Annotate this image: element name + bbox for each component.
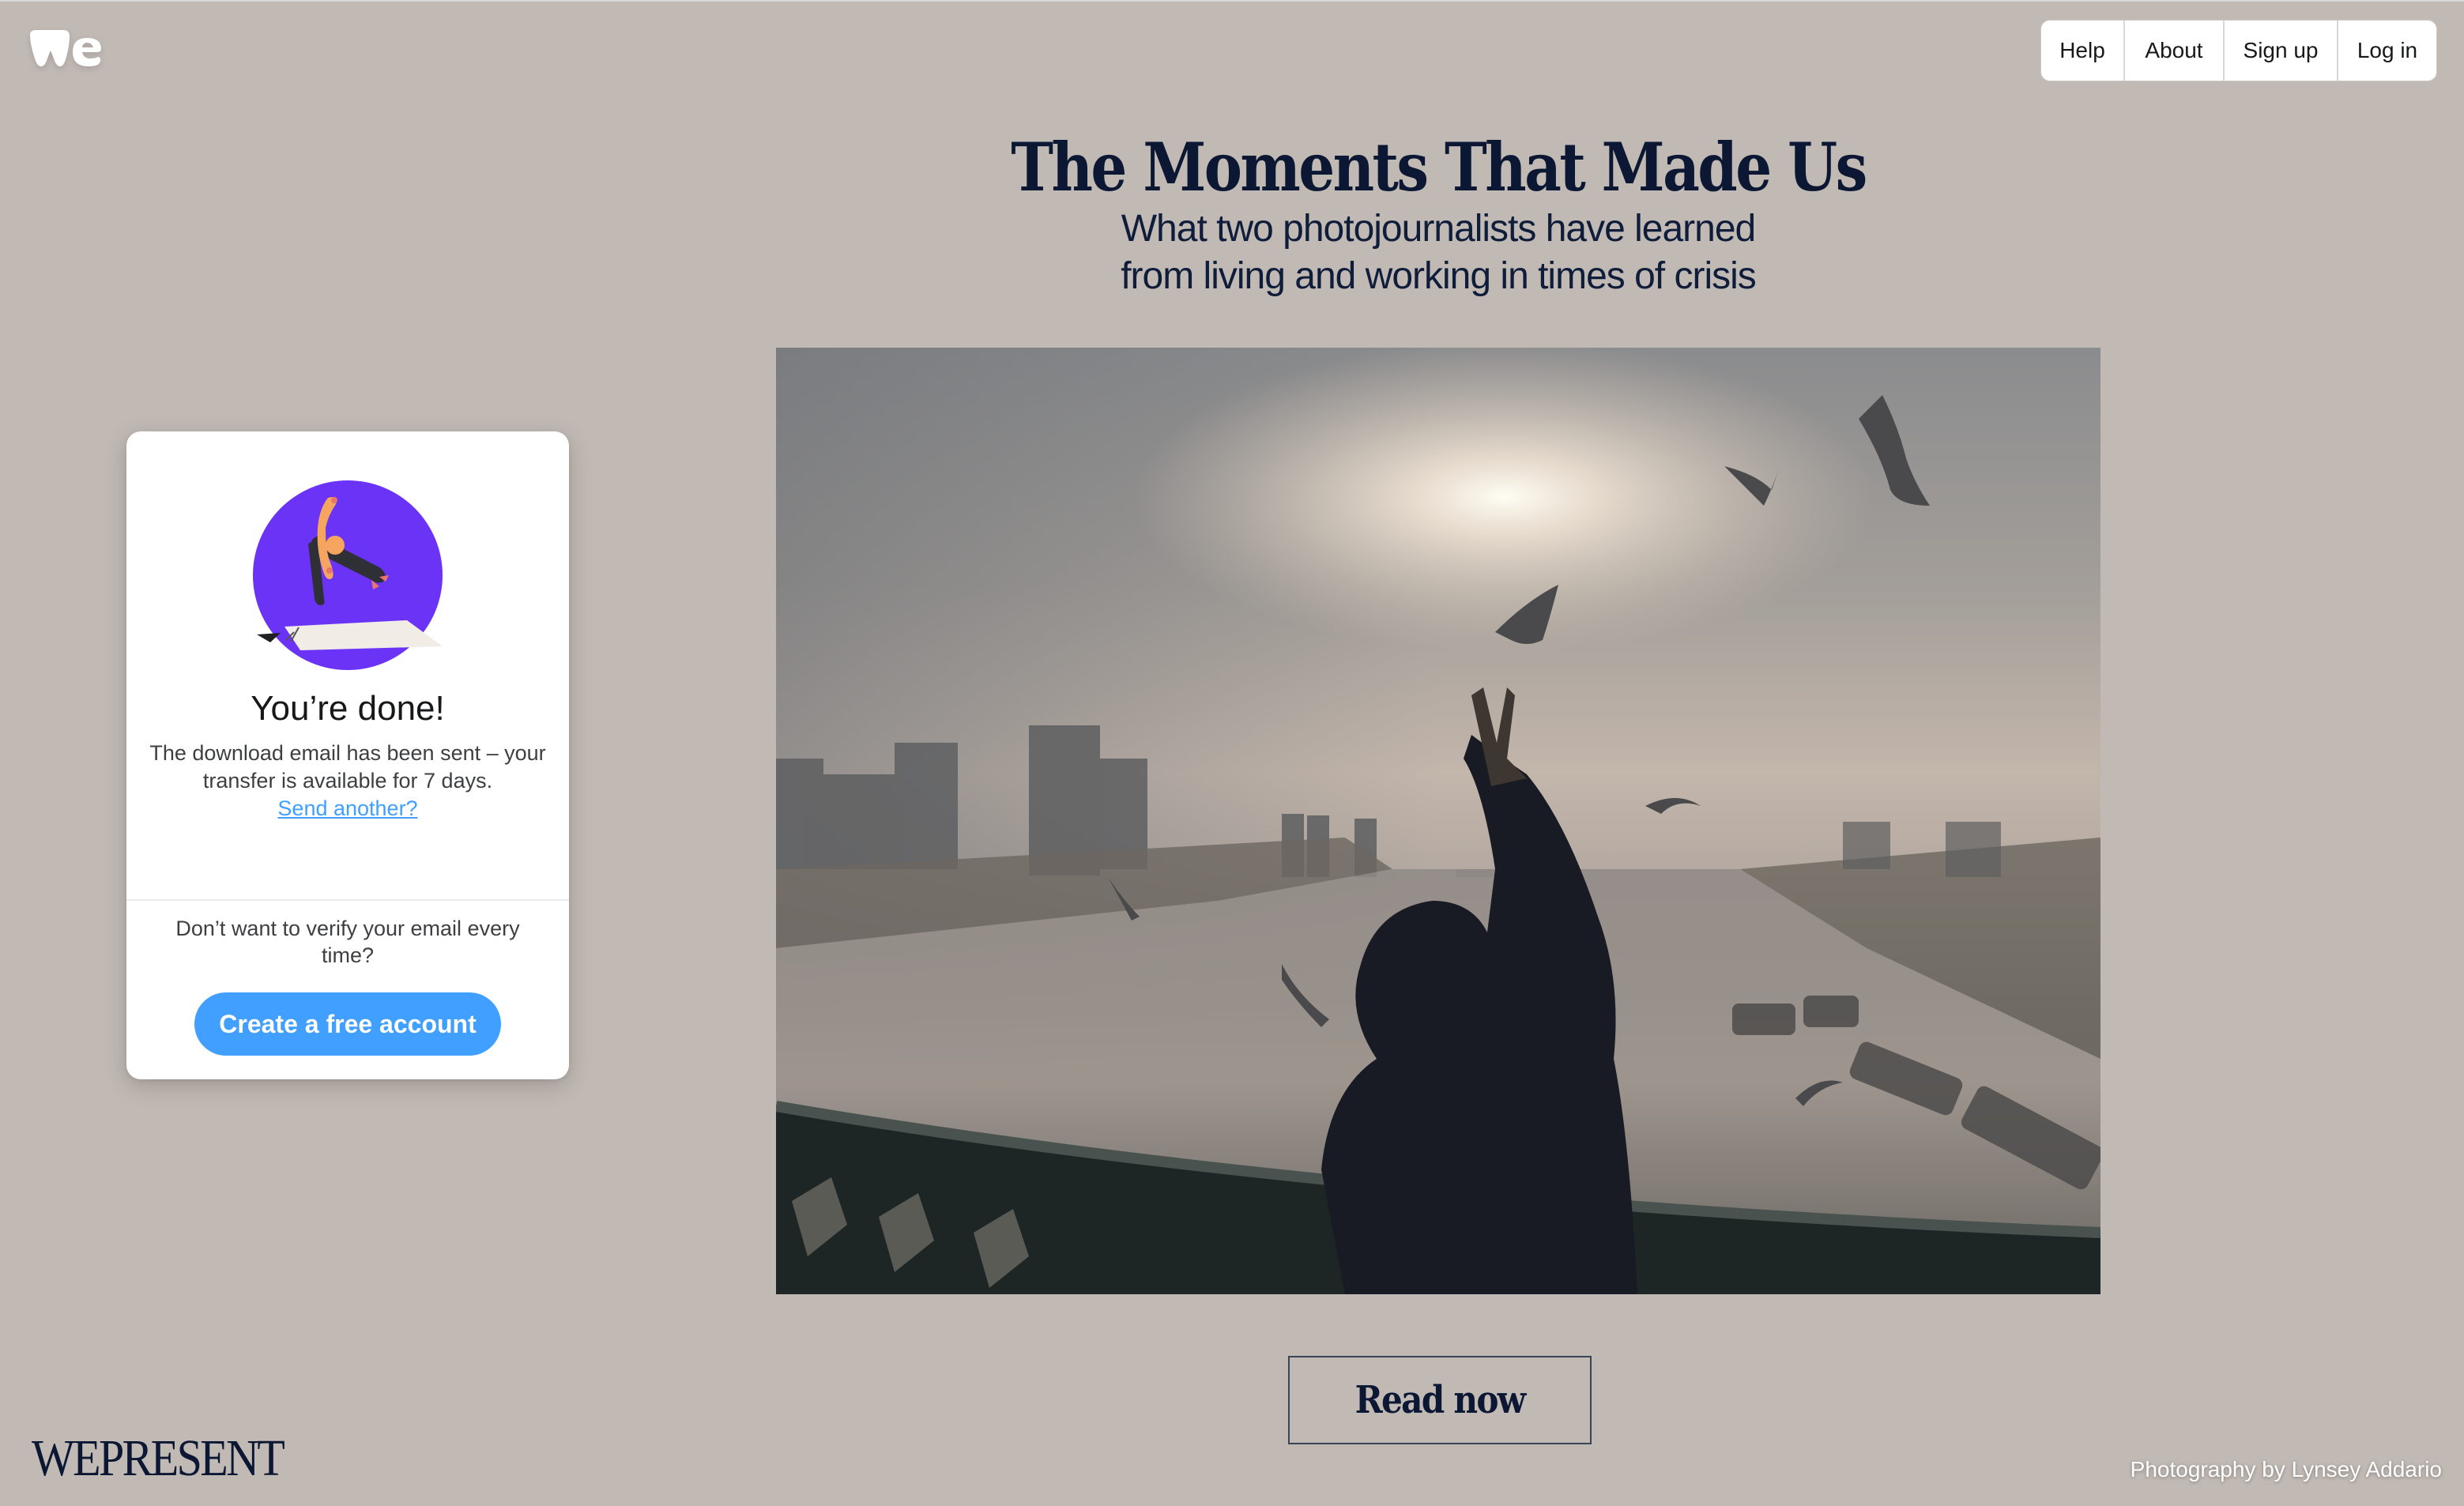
transfer-complete-card: You’re done! The download email has been… bbox=[126, 431, 569, 1079]
nav-about-link[interactable]: About bbox=[2125, 21, 2225, 81]
send-another-link[interactable]: Send another? bbox=[126, 795, 569, 823]
feature-subhead-line-1: What two photojournalists have learned bbox=[1121, 208, 1757, 250]
create-free-account-button[interactable]: Create a free account bbox=[194, 992, 501, 1056]
feature-subhead-line-2: from living and working in times of cris… bbox=[1121, 255, 1757, 297]
card-divider bbox=[126, 899, 569, 901]
feature-headline: The Moments That Made Us bbox=[1011, 128, 1867, 206]
feature-photo[interactable] bbox=[776, 348, 2100, 1294]
wepresent-logo[interactable]: WEPRESENT bbox=[32, 1429, 285, 1489]
read-now-button[interactable]: Read now bbox=[1288, 1356, 1592, 1444]
card-title: You’re done! bbox=[251, 689, 445, 728]
wetransfer-logo-icon[interactable] bbox=[27, 28, 103, 70]
nav-signup-link[interactable]: Sign up bbox=[2225, 21, 2338, 81]
card-body-text: The download email has been sent – your … bbox=[149, 741, 546, 793]
read-now-label: Read now bbox=[1354, 1378, 1527, 1422]
nav-help-link[interactable]: Help bbox=[2041, 21, 2125, 81]
person-flying-on-paper-illustration bbox=[253, 480, 443, 670]
nav-login-link[interactable]: Log in bbox=[2338, 21, 2436, 81]
photo-credit: Photography by Lynsey Addario bbox=[2130, 1457, 2442, 1482]
card-footer-text: Don’t want to verify your email every ti… bbox=[175, 917, 520, 967]
top-navigation: Help About Sign up Log in bbox=[2040, 20, 2437, 81]
feature-subhead: What two photojournalists have learned f… bbox=[776, 205, 2100, 300]
